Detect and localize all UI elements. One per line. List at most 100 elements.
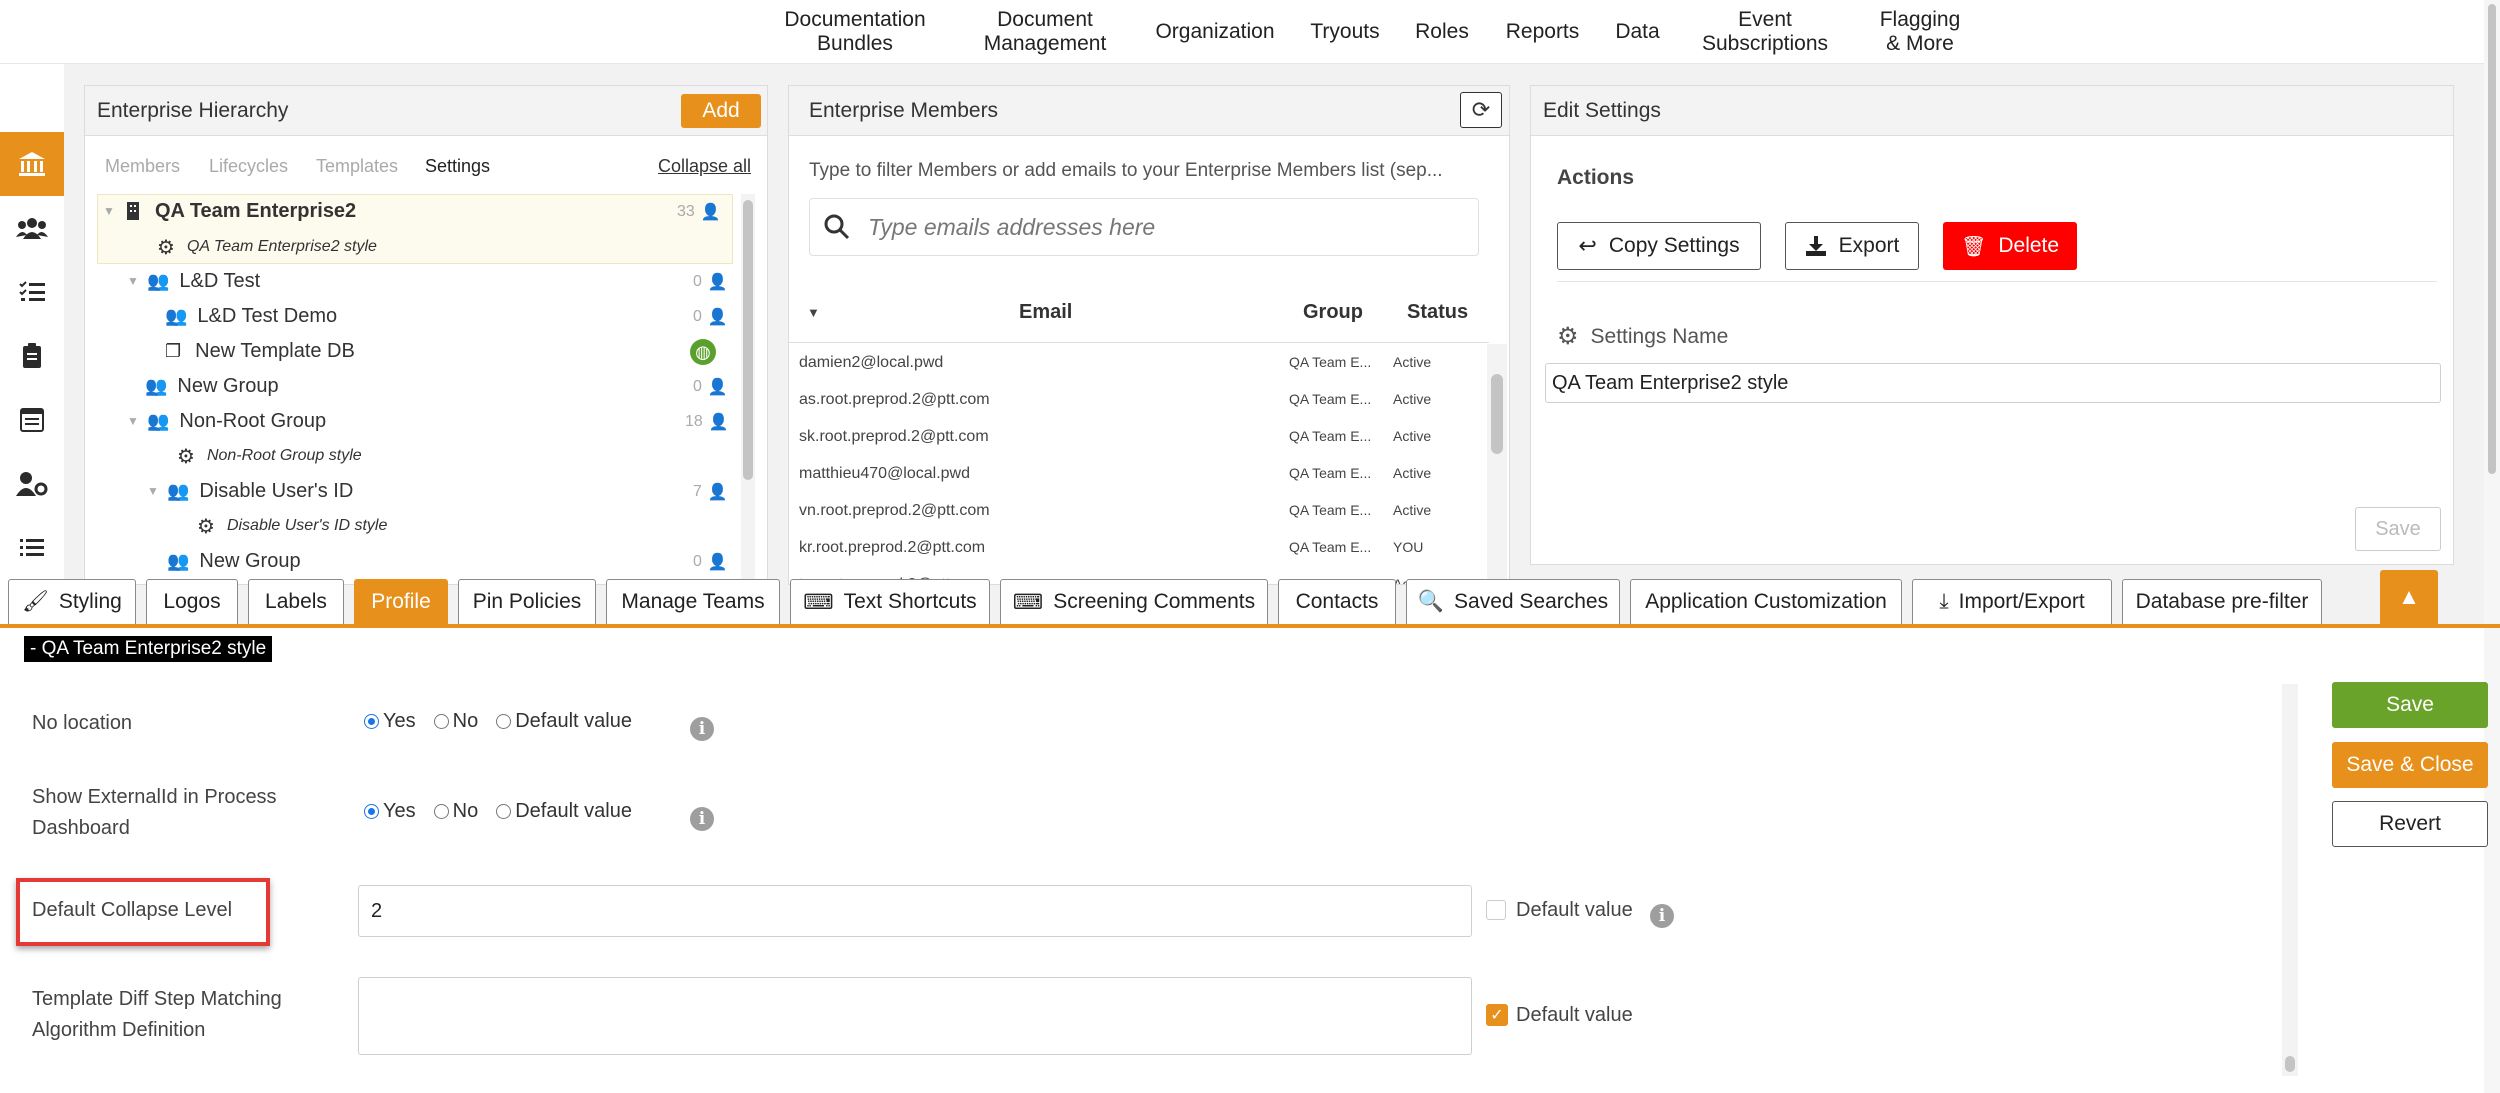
show-external-id-options: Yes No Default value: [364, 800, 632, 823]
radio-no[interactable]: [433, 804, 449, 819]
table-row[interactable]: as.root.preprod.2@ptt.com QA Team E... Act…: [789, 381, 1479, 418]
radio-yes[interactable]: [364, 714, 379, 729]
members-header: Enterprise Members: [789, 86, 1509, 136]
nav-document-management[interactable]: Document Management: [960, 0, 1130, 64]
tab-lifecycles[interactable]: Lifecycles: [209, 156, 288, 177]
nav-data[interactable]: Data: [1600, 0, 1675, 64]
tree-node[interactable]: ▼ 👥 L&D Test: [127, 264, 260, 298]
tab-styling[interactable]: 🖌 Styling: [8, 579, 136, 624]
add-button[interactable]: Add: [681, 94, 761, 128]
bank-icon[interactable]: [0, 132, 64, 196]
info-icon[interactable]: i: [1650, 904, 1674, 928]
tree-node[interactable]: ⚙ QA Team Enterprise2 style: [157, 230, 377, 264]
export-button[interactable]: Export: [1785, 222, 1919, 270]
tree-node[interactable]: ▼ 👥 Disable User's ID: [147, 474, 353, 508]
column-email[interactable]: Email: [1019, 301, 1072, 324]
caret-down-icon[interactable]: ▼: [127, 414, 147, 428]
tab-settings[interactable]: Settings: [425, 156, 490, 177]
table-row[interactable]: sk.root.preprod.2@ptt.com QA Team E... Act…: [789, 418, 1479, 455]
delete-button[interactable]: 🗑 Delete: [1943, 222, 2077, 270]
refresh-icon[interactable]: ⟳: [1460, 92, 1502, 128]
table-row[interactable]: matthieu470@local.pwd QA Team E... Active: [789, 455, 1479, 492]
tab-database-pre-filter[interactable]: Database pre-filter: [2122, 579, 2322, 624]
column-group[interactable]: Group: [1303, 301, 1363, 324]
person-icon: 👤: [707, 274, 728, 291]
members-table-header: ▼ Email Group Status: [789, 301, 1489, 327]
save-button[interactable]: Save: [2332, 682, 2488, 728]
no-location-options: Yes No Default value: [364, 710, 632, 733]
member-count: 0 👤: [693, 273, 728, 291]
nav-event-subscriptions[interactable]: Event Subscriptions: [1690, 0, 1840, 64]
info-icon[interactable]: i: [690, 807, 714, 831]
tree-node[interactable]: 👥 New Group: [167, 544, 301, 578]
tab-application-customization[interactable]: Application Customization: [1630, 579, 1902, 624]
members-scrollbar[interactable]: [1487, 344, 1507, 584]
users-icon[interactable]: [0, 196, 64, 260]
tree-node[interactable]: ▼ QA Team Enterprise2: [103, 194, 356, 228]
task-list-icon[interactable]: [0, 260, 64, 324]
tab-labels[interactable]: Labels: [248, 579, 344, 624]
tree-node[interactable]: ❐ New Template DB: [165, 334, 355, 368]
column-status[interactable]: Status: [1407, 301, 1468, 324]
table-row[interactable]: vn.root.preprod.2@ptt.com QA Team E... Act…: [789, 492, 1479, 529]
copy-settings-button[interactable]: ↩ Copy Settings: [1557, 222, 1761, 270]
no-location-label: No location: [32, 712, 133, 734]
settings-name-row: ⚙ Settings Name: [1557, 322, 1728, 351]
default-value-label: Default value: [1516, 1004, 1633, 1026]
tab-members[interactable]: Members: [105, 156, 180, 177]
nav-organization[interactable]: Organization: [1140, 0, 1290, 64]
save-close-button[interactable]: Save & Close: [2332, 742, 2488, 788]
radio-default[interactable]: [496, 714, 512, 729]
form-scrollbar[interactable]: [2282, 684, 2298, 1076]
tab-profile[interactable]: Profile: [354, 579, 448, 624]
tree-node[interactable]: ⚙ Non-Root Group style: [177, 439, 362, 473]
collapse-panel-up-icon[interactable]: ▲: [2380, 570, 2438, 624]
nav-documentation-bundles[interactable]: Documentation Bundles: [770, 0, 940, 64]
tree-scrollbar[interactable]: [741, 194, 755, 584]
radio-yes[interactable]: [364, 804, 379, 819]
template-diff-textarea[interactable]: [358, 977, 1472, 1055]
email-search-field[interactable]: Type emails addresses here: [809, 198, 1479, 256]
sort-caret-icon[interactable]: ▼: [807, 305, 820, 320]
tab-pin-policies[interactable]: Pin Policies: [458, 579, 596, 624]
tab-logos[interactable]: Logos: [146, 579, 238, 624]
tab-import-export[interactable]: ⤓ Import/Export: [1912, 579, 2112, 624]
show-external-id-label: Show ExternalId in Process Dashboard: [32, 786, 277, 839]
tree-node[interactable]: 👥 L&D Test Demo: [165, 299, 337, 333]
default-value-checkbox-checked[interactable]: ✓: [1486, 1004, 1508, 1026]
tab-contacts[interactable]: Contacts: [1278, 579, 1396, 624]
table-row[interactable]: damien2@local.pwd QA Team E... Active: [789, 344, 1479, 381]
nav-tryouts[interactable]: Tryouts: [1300, 0, 1390, 64]
clipboard-icon[interactable]: [0, 324, 64, 388]
settings-name-input[interactable]: QA Team Enterprise2 style: [1545, 363, 2441, 403]
list-icon[interactable]: [0, 516, 64, 580]
tab-manage-teams[interactable]: Manage Teams: [606, 579, 780, 624]
gear-icon: ⚙: [1557, 323, 1579, 350]
tab-text-shortcuts[interactable]: ⌨ Text Shortcuts: [790, 579, 990, 624]
nav-flagging-more[interactable]: Flagging & More: [1860, 0, 1980, 64]
page-scrollbar[interactable]: [2484, 0, 2500, 1093]
caret-down-icon[interactable]: ▼: [103, 204, 123, 218]
info-icon[interactable]: i: [690, 717, 714, 741]
caret-down-icon[interactable]: ▼: [147, 484, 167, 498]
collapse-all-link[interactable]: Collapse all: [658, 156, 751, 177]
tree-node[interactable]: 👥 New Group: [145, 369, 279, 403]
tree-node[interactable]: ▼ 👥 Non-Root Group: [127, 404, 326, 438]
user-settings-icon[interactable]: [0, 452, 64, 516]
tree-node[interactable]: ⚙ Disable User's ID style: [197, 509, 387, 543]
default-collapse-level-input[interactable]: 2: [358, 885, 1472, 937]
radio-no[interactable]: [433, 714, 449, 729]
revert-button[interactable]: Revert: [2332, 801, 2488, 847]
gear-icon: ⚙: [157, 236, 175, 259]
save-settings-name-button[interactable]: Save: [2355, 507, 2441, 551]
caret-down-icon[interactable]: ▼: [127, 274, 147, 288]
form-icon[interactable]: [0, 388, 64, 452]
radio-default[interactable]: [496, 804, 512, 819]
nav-reports[interactable]: Reports: [1495, 0, 1590, 64]
tab-saved-searches[interactable]: 🔍 Saved Searches: [1406, 579, 1620, 624]
tab-templates[interactable]: Templates: [316, 156, 398, 177]
default-value-checkbox[interactable]: [1486, 900, 1506, 920]
nav-roles[interactable]: Roles: [1402, 0, 1482, 64]
table-row[interactable]: kr.root.preprod.2@ptt.com QA Team E... YOU: [789, 529, 1479, 566]
tab-screening-comments[interactable]: ⌨ Screening Comments: [1000, 579, 1268, 624]
